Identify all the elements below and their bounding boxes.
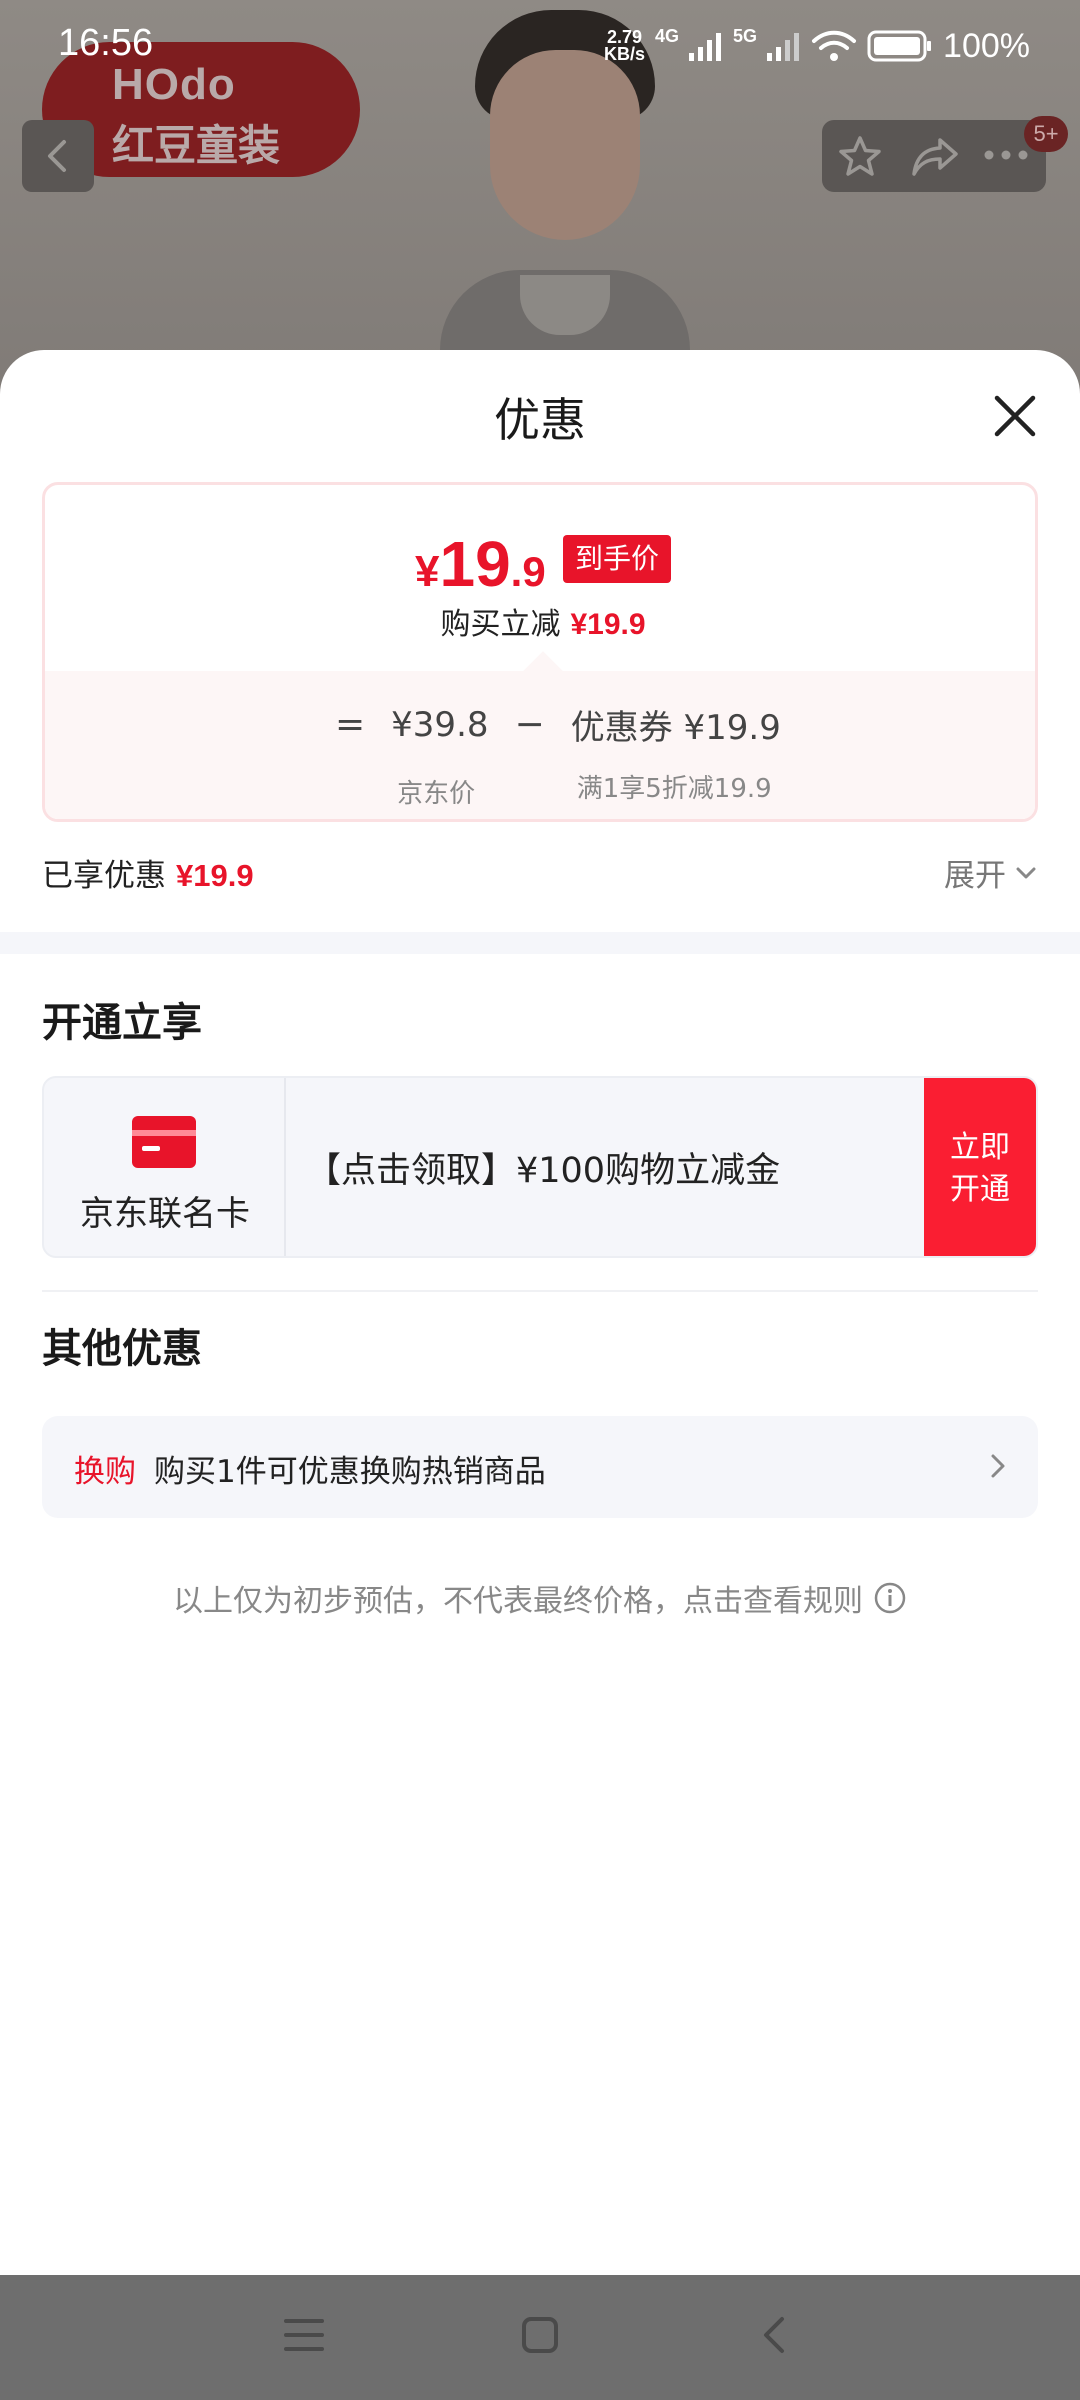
instant-discount-line: 购买立减 ¥19.9 <box>45 599 1035 643</box>
enjoyed-discount: 已享优惠 ¥19.9 <box>42 850 254 895</box>
open-benefit-title: 开通立享 <box>42 1000 202 1046</box>
wifi-icon <box>812 30 857 61</box>
equals-sign: = <box>335 704 366 745</box>
jd-price-group: ¥39.8 京东价 <box>391 704 489 809</box>
brand-logo-text-bottom: 红豆童装 <box>112 121 281 170</box>
star-icon[interactable] <box>836 134 884 180</box>
jd-price-label: 京东价 <box>397 778 476 809</box>
back-button[interactable] <box>22 120 94 192</box>
other-discounts-title: 其他优惠 <box>42 1326 202 1372</box>
co-branded-card-offer[interactable]: 京东联名卡 【点击领取】¥100购物立减金 立即 开通 <box>42 1076 1038 1258</box>
trade-in-tag: 换购 <box>74 1454 136 1490</box>
final-price-decimal: .9 <box>510 548 546 595</box>
network-type-5g: 5G <box>733 25 758 46</box>
share-icon[interactable] <box>910 134 960 180</box>
open-now-line2: 开通 <box>950 1172 1010 1207</box>
expand-label: 展开 <box>944 858 1006 894</box>
final-price-integer: 19 <box>439 528 511 600</box>
network-type-4g: 4G <box>655 25 680 46</box>
sheet-title: 优惠 <box>494 393 586 447</box>
network-speed: 2.79 KB/s <box>603 28 645 64</box>
info-icon <box>874 1582 906 1614</box>
instant-discount-label: 购买立减 <box>440 607 561 642</box>
credit-card-icon <box>132 1116 196 1168</box>
jd-price: ¥39.8 <box>391 704 489 745</box>
chevron-down-icon <box>1016 867 1036 878</box>
status-icons: 2.79 KB/s 4G 5G 100% <box>604 24 1030 68</box>
price-formula: = ¥39.8 京东价 − 优惠券 ¥19.9 满1享5折减19.9 <box>335 700 781 809</box>
disclaimer-text: 以上仅为初步预估，不代表最终价格，点击查看规则 <box>173 1584 863 1619</box>
chevron-right-icon <box>991 1454 1005 1478</box>
thin-divider <box>42 1290 1038 1292</box>
final-price-badge: 到手价 <box>563 535 672 583</box>
status-bar: 16:56 2.79 KB/s 4G 5G 100% <box>0 0 1080 90</box>
battery-percent: 100% <box>943 26 1030 65</box>
chevron-left-icon <box>48 140 66 172</box>
price-breakdown-card: ¥ 19 .9 到手价 购买立减 ¥19.9 = ¥39.8 京东价 − 优惠券 … <box>42 482 1038 822</box>
system-nav-bar <box>0 2275 1080 2400</box>
coupon-group: 优惠券 ¥19.9 满1享5折减19.9 <box>570 700 781 804</box>
more-icon[interactable] <box>982 148 1030 162</box>
home-icon[interactable] <box>520 2315 560 2355</box>
open-now-button[interactable]: 立即 开通 <box>924 1078 1036 1256</box>
enjoyed-discount-value: ¥19.9 <box>176 858 254 893</box>
expand-button[interactable]: 展开 <box>944 850 1038 895</box>
final-price-currency: ¥ <box>415 547 440 596</box>
minus-sign: − <box>514 704 545 745</box>
battery-icon <box>867 30 932 62</box>
trade-in-offer-row[interactable]: 换购 购买1件可优惠换购热销商品 <box>42 1416 1038 1518</box>
card-name: 京东联名卡 <box>80 1194 250 1234</box>
open-now-line1: 立即 <box>950 1130 1010 1165</box>
cart-badge: 5+ <box>1024 116 1068 152</box>
menu-icon[interactable] <box>282 2315 326 2355</box>
trade-in-text: 购买1件可优惠换购热销商品 <box>154 1454 546 1490</box>
status-time: 16:56 <box>58 22 154 64</box>
price-rules-disclaimer[interactable]: 以上仅为初步预估，不代表最终价格，点击查看规则 <box>0 1576 1080 1620</box>
section-divider <box>0 932 1080 954</box>
signal-icon <box>689 33 722 61</box>
enjoyed-discount-label: 已享优惠 <box>42 858 166 894</box>
card-offer-text: 【点击领取】¥100购物立减金 <box>306 1151 781 1191</box>
instant-discount-value: ¥19.9 <box>570 608 646 641</box>
network-speed-unit: KB/s <box>603 44 645 64</box>
top-action-bar <box>822 120 1046 192</box>
coupon-rule: 满1享5折减19.9 <box>576 774 772 804</box>
card-brand-area: 京东联名卡 <box>44 1078 286 1256</box>
final-price: ¥ 19 .9 <box>415 527 546 600</box>
close-icon[interactable] <box>985 386 1045 446</box>
discount-sheet: 优惠 ¥ 19 .9 到手价 购买立减 ¥19.9 = ¥39.8 京东价 − 优… <box>0 350 1080 2275</box>
coupon-amount: 优惠券 ¥19.9 <box>570 708 781 748</box>
back-nav-icon[interactable] <box>758 2315 790 2355</box>
signal-icon-2 <box>767 33 800 61</box>
